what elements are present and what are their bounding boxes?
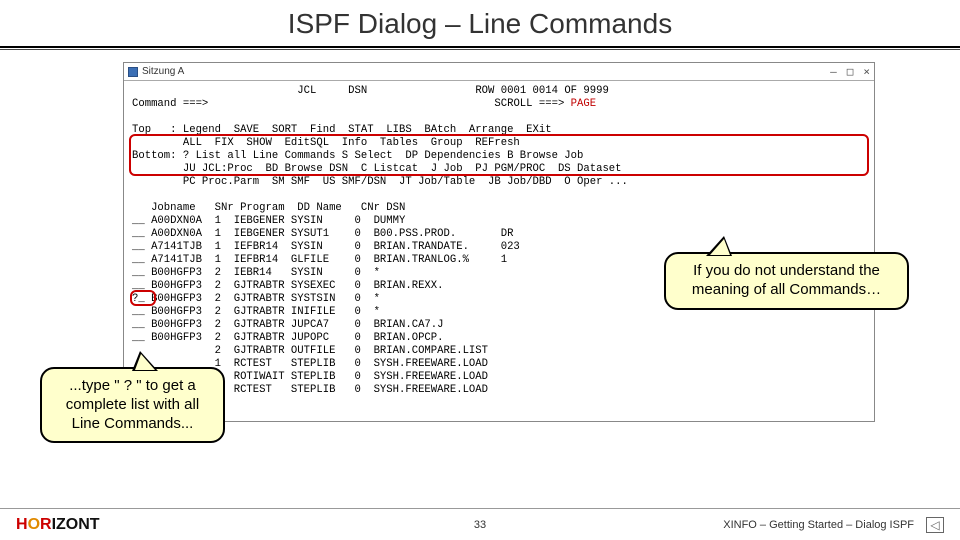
top-commands-1: Top : Legend SAVE SORT Find STAT LIBS BA… <box>132 124 552 136</box>
brand-h: H <box>16 516 28 533</box>
scroll-value[interactable]: PAGE <box>571 98 596 110</box>
footer: HORIZONT 33 XINFO – Getting Started – Di… <box>0 508 960 540</box>
callout-right: If you do not understand the meaning of … <box>664 252 909 310</box>
callout-right-text: If you do not understand the meaning of … <box>692 262 881 298</box>
bottom-commands-1: Bottom: ? List all Line Commands S Selec… <box>132 150 583 162</box>
scroll-label: SCROLL ===> <box>494 98 564 110</box>
footer-right-text: XINFO – Getting Started – Dialog ISPF <box>723 519 914 531</box>
callout-tail-icon <box>132 351 158 371</box>
top-commands-2: ALL FIX SHOW EditSQL Info Tables Group R… <box>132 137 520 149</box>
page-title: ISPF Dialog – Line Commands <box>0 0 960 46</box>
hdr-dsn: DSN <box>348 85 367 97</box>
brand-o: O <box>28 516 40 533</box>
brand-logo: HORIZONT <box>16 516 100 534</box>
rule-top <box>0 46 960 48</box>
hdr-jcl: JCL <box>297 85 316 97</box>
brand-rest: IZONT <box>52 516 100 533</box>
row-info: ROW 0001 0014 OF 9999 <box>475 85 609 97</box>
prev-slide-button[interactable]: ◁ <box>926 517 944 533</box>
terminal-body: JCL DSN ROW 0001 0014 OF 9999 Command ==… <box>124 81 874 401</box>
rule-top-thin <box>0 49 960 50</box>
command-prompt[interactable]: Command ===> <box>132 98 208 110</box>
page-number: 33 <box>474 519 486 531</box>
close-button[interactable]: × <box>863 65 870 78</box>
callout-bottom-text: ...type " ? " to get a complete list wit… <box>66 377 199 432</box>
window-titlebar: Sitzung A — □ × <box>124 63 874 81</box>
window-session: Sitzung A <box>142 66 184 77</box>
bottom-commands-2: JU JCL:Proc BD Browse DSN C Listcat J Jo… <box>132 163 622 175</box>
bottom-commands-3: PC Proc.Parm SM SMF US SMF/DSN JT Job/Ta… <box>132 176 628 188</box>
window-controls: — □ × <box>830 65 870 78</box>
minimize-button[interactable]: — <box>830 65 837 78</box>
maximize-button[interactable]: □ <box>847 65 854 78</box>
app-icon <box>128 67 138 77</box>
callout-tail-icon <box>706 236 732 256</box>
ispf-panel: Sitzung A — □ × JCL DSN ROW 0001 0014 OF… <box>123 62 875 422</box>
callout-bottom: ...type " ? " to get a complete list wit… <box>40 367 225 443</box>
column-headers: Jobname SNr Program DD Name CNr DSN <box>132 202 405 214</box>
brand-r: R <box>40 516 52 533</box>
